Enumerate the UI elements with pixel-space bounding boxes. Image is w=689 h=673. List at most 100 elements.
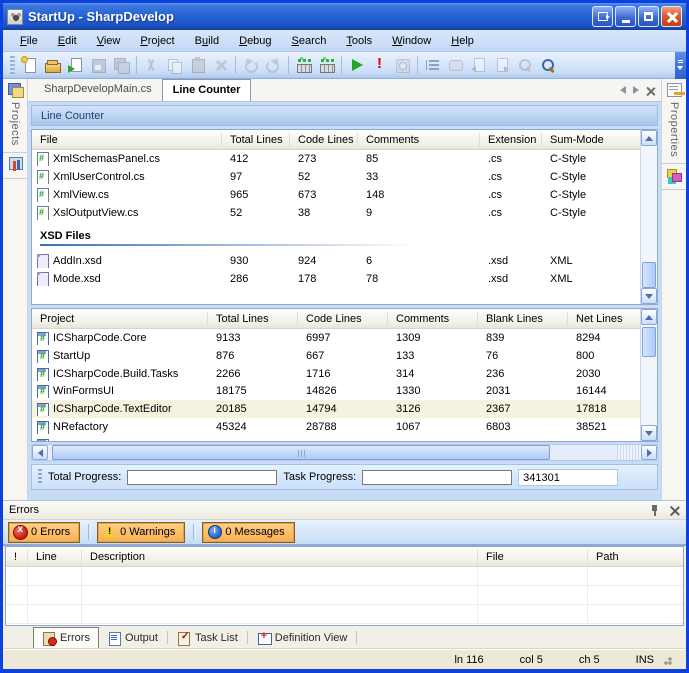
column-header-code-lines[interactable]: Code Lines — [298, 312, 388, 326]
column-header-total-lines[interactable]: Total Lines — [208, 312, 298, 326]
horizontal-scrollbar[interactable] — [31, 444, 658, 461]
menu-window[interactable]: Window — [383, 32, 440, 50]
prev-tab-icon[interactable] — [620, 86, 626, 94]
menu-search[interactable]: Search — [283, 32, 336, 50]
next-tab-icon[interactable] — [633, 86, 639, 94]
column-header-path[interactable]: Path — [588, 550, 683, 564]
table-row[interactable]: XmlView.cs 965 673 148 .cs C-Style — [32, 186, 640, 204]
abort-button[interactable] — [368, 54, 391, 77]
build-button[interactable] — [292, 54, 315, 77]
stop-button[interactable] — [391, 54, 414, 77]
list-button[interactable] — [421, 54, 444, 77]
tab-task-list[interactable]: Task List — [169, 627, 246, 648]
close-tab-icon[interactable] — [646, 86, 655, 95]
menu-build[interactable]: Build — [186, 32, 228, 50]
save-all-button[interactable] — [110, 54, 133, 77]
column-header-comments[interactable]: Comments — [388, 312, 478, 326]
table-row[interactable]: WinFormsUI 18175 14826 1330 2031 16144 — [32, 383, 640, 401]
menu-view[interactable]: View — [88, 32, 130, 50]
toolbar-overflow-button[interactable] — [675, 52, 686, 79]
redo-button[interactable] — [262, 54, 285, 77]
messages-filter-button[interactable]: 0 Messages — [202, 522, 294, 543]
menu-edit[interactable]: Edit — [49, 32, 86, 50]
projects-table-scrollbar[interactable] — [640, 309, 657, 441]
column-header-extension[interactable]: Extension — [480, 133, 542, 147]
scroll-down-button[interactable] — [641, 425, 657, 441]
table-row[interactable]: StartUp 876 667 133 76 800 — [32, 347, 640, 365]
save-button[interactable] — [87, 54, 110, 77]
menu-help[interactable]: Help — [442, 32, 483, 50]
undo-button[interactable] — [239, 54, 262, 77]
menu-file[interactable]: File — [11, 32, 47, 50]
table-row[interactable]: ICSharpCode.Build.Tasks 2266 1716 314 23… — [32, 365, 640, 383]
new-file-button[interactable] — [18, 54, 41, 77]
menu-tools[interactable]: Tools — [337, 32, 381, 50]
tab-line-counter[interactable]: Line Counter — [162, 79, 252, 101]
column-header-description[interactable]: Description — [82, 550, 478, 564]
column-header-net-lines[interactable]: Net Lines — [568, 312, 640, 326]
delete-button[interactable] — [209, 54, 232, 77]
maximize-button[interactable] — [638, 6, 659, 27]
column-header-code-lines[interactable]: Code Lines — [290, 133, 358, 147]
scroll-down-button[interactable] — [641, 288, 657, 304]
column-header-line[interactable]: Line — [28, 550, 82, 564]
tab-errors[interactable]: Errors — [33, 627, 99, 648]
copy-button[interactable] — [163, 54, 186, 77]
sidebar-tab-properties[interactable]: Properties — [662, 79, 686, 164]
table-row[interactable]: XmlSchemasPanel.cs 412 273 85 .cs C-Styl… — [32, 150, 640, 168]
scroll-up-button[interactable] — [641, 309, 657, 325]
panel-close-icon[interactable] — [670, 505, 680, 515]
sidebar-tab-projects[interactable]: Projects — [3, 79, 27, 153]
table-row[interactable]: NRefactory 45324 28788 1067 6803 38521 — [32, 418, 640, 436]
column-header-file[interactable]: File — [478, 550, 588, 564]
comment-button[interactable] — [444, 54, 467, 77]
column-header-severity[interactable]: ! — [6, 550, 28, 564]
table-row[interactable]: Mode.xsd 286 178 78 .xsd XML — [32, 270, 640, 288]
sidebar-tab-toolbox[interactable] — [662, 164, 686, 190]
scrollbar-thumb[interactable] — [642, 327, 656, 357]
column-header-sum-mode[interactable]: Sum-Mode — [542, 133, 640, 147]
progress-strip-grip[interactable] — [38, 469, 42, 485]
scrollbar-track[interactable] — [48, 445, 641, 460]
table-row[interactable]: XmlUserControl.cs 97 52 33 .cs C-Style — [32, 168, 640, 186]
table-row[interactable]: AddIn.xsd 930 924 6 .xsd XML — [32, 252, 640, 270]
warnings-filter-button[interactable]: 0 Warnings — [97, 522, 185, 543]
search-button[interactable] — [536, 54, 559, 77]
column-header-project[interactable]: Project — [32, 312, 208, 326]
next-bookmark-button[interactable] — [490, 54, 513, 77]
zoom-document-button[interactable] — [513, 54, 536, 77]
sidebar-tab-tools[interactable] — [3, 153, 27, 179]
table-row[interactable]: ICSharpCode.TextEditor 20185 14794 3126 … — [32, 400, 640, 418]
column-header-file[interactable]: File — [32, 133, 222, 147]
scroll-right-button[interactable] — [641, 445, 657, 460]
scrollbar-thumb[interactable] — [642, 262, 656, 288]
column-header-blank-lines[interactable]: Blank Lines — [478, 312, 568, 326]
toolbar-grip[interactable] — [10, 56, 15, 74]
open-button[interactable] — [41, 54, 64, 77]
rebuild-button[interactable] — [315, 54, 338, 77]
document-arrow-button[interactable] — [64, 54, 87, 77]
menu-project[interactable]: Project — [131, 32, 183, 50]
run-button[interactable] — [345, 54, 368, 77]
dock-window-button[interactable] — [592, 6, 613, 27]
menu-debug[interactable]: Debug — [230, 32, 280, 50]
tab-definition-view[interactable]: Definition View — [249, 627, 356, 648]
paste-button[interactable] — [186, 54, 209, 77]
table-row[interactable]: XslOutputView.cs 52 38 9 .cs C-Style — [32, 204, 640, 222]
scroll-up-button[interactable] — [641, 130, 657, 146]
minimize-button[interactable] — [615, 6, 636, 27]
tab-sharpdevelopmain[interactable]: SharpDevelopMain.cs — [34, 79, 162, 101]
column-header-comments[interactable]: Comments — [358, 133, 480, 147]
table-row[interactable]: ICSharpCode.Core 9133 6997 1309 839 8294 — [32, 329, 640, 347]
column-header-total-lines[interactable]: Total Lines — [222, 133, 290, 147]
resize-grip[interactable] — [662, 655, 672, 665]
errors-filter-button[interactable]: 0 Errors — [8, 522, 80, 543]
scrollbar-thumb[interactable] — [52, 445, 550, 460]
files-table-scrollbar[interactable] — [640, 130, 657, 304]
tab-output[interactable]: Output — [99, 627, 166, 648]
cut-button[interactable] — [140, 54, 163, 77]
scroll-left-button[interactable] — [32, 445, 48, 460]
close-button[interactable] — [661, 6, 682, 27]
pin-icon[interactable] — [649, 504, 660, 516]
prev-bookmark-button[interactable] — [467, 54, 490, 77]
